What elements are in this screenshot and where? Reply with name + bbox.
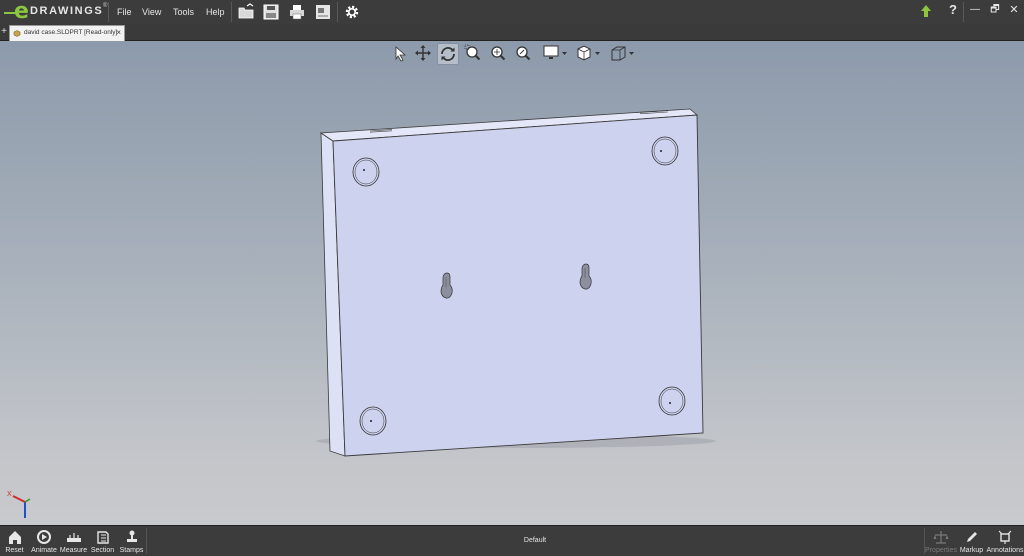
gear-icon[interactable]: [343, 3, 361, 21]
save-icon[interactable]: [262, 3, 280, 21]
zoom-to-fit-icon[interactable]: [488, 43, 508, 63]
print-icon[interactable]: [288, 3, 306, 21]
model-front-face: [332, 114, 704, 457]
annotations-button[interactable]: Annotations: [986, 526, 1024, 556]
animate-label: Animate: [31, 547, 57, 554]
title-separator: [231, 2, 232, 22]
bottom-separator: [146, 528, 147, 554]
reset-label: Reset: [5, 547, 24, 554]
properties-button[interactable]: Properties: [925, 526, 957, 556]
tab-label: david case.SLDPRT [Read-only]: [24, 29, 118, 36]
measure-label: Measure: [59, 547, 88, 554]
markup-label: Markup: [959, 547, 984, 554]
bottom-toolbar: Reset Animate Measure Section Stamps Def…: [0, 525, 1024, 556]
pencil-icon: [966, 532, 977, 542]
model-boss: [352, 157, 380, 187]
pan-icon[interactable]: [413, 43, 433, 63]
tab-add-button[interactable]: +: [0, 26, 8, 38]
stamps-label: Stamps: [119, 547, 144, 554]
properties-label: Properties: [925, 547, 957, 554]
logo-word: DRAWINGS: [30, 5, 104, 17]
view-toolbar: [385, 42, 645, 65]
axis-triad: X: [7, 491, 31, 518]
title-separator: [108, 2, 109, 22]
zoom-to-area-icon[interactable]: [463, 43, 483, 63]
logo-registered-mark: ®: [103, 3, 108, 9]
section-icon: [96, 531, 109, 544]
select-icon[interactable]: [389, 43, 409, 63]
part-model[interactable]: [0, 41, 1024, 525]
close-button[interactable]: ✕: [1003, 0, 1024, 20]
zoom-icon[interactable]: [513, 43, 533, 63]
section-button[interactable]: Section: [88, 526, 117, 556]
open-file-icon[interactable]: [237, 3, 255, 21]
measure-icon: [66, 533, 81, 542]
menu-file[interactable]: File: [113, 0, 136, 24]
rotate-icon[interactable]: [437, 43, 459, 65]
tab-strip: + david case.SLDPRT [Read-only] ×: [0, 24, 1024, 41]
measure-button[interactable]: Measure: [59, 526, 88, 556]
home-icon: [8, 531, 21, 544]
tab-close-button[interactable]: ×: [116, 26, 121, 40]
model-boss: [651, 136, 679, 166]
graphics-viewport[interactable]: X: [0, 41, 1024, 525]
minimize-button[interactable]: —: [964, 0, 986, 20]
logo-letter: e: [14, 0, 29, 24]
stamps-button[interactable]: Stamps: [117, 526, 146, 556]
animate-button[interactable]: Animate: [29, 526, 59, 556]
app-logo: e DRAWINGS ®: [2, 0, 108, 24]
annotations-icon: [998, 530, 1012, 544]
title-bar: e DRAWINGS ® File View Tools Help ? — 🗗 …: [0, 0, 1024, 25]
menu-tools[interactable]: Tools: [169, 0, 198, 24]
scale-balance-icon: [933, 531, 949, 544]
display-style-icon[interactable]: [542, 43, 568, 63]
menu-view[interactable]: View: [138, 0, 165, 24]
menu-help[interactable]: Help: [202, 0, 229, 24]
part-file-icon: [13, 30, 21, 37]
document-tab[interactable]: david case.SLDPRT [Read-only] ×: [9, 25, 125, 41]
axis-x-label: X: [7, 491, 12, 498]
title-separator: [337, 2, 338, 22]
section-label: Section: [90, 547, 115, 554]
configuration-status: Default: [523, 537, 547, 544]
markup-button[interactable]: Markup: [957, 526, 986, 556]
drawing-sheet-icon[interactable]: [314, 3, 332, 21]
model-boss: [359, 406, 387, 436]
view-orientation-icon[interactable]: [575, 43, 601, 63]
annotations-label: Annotations: [986, 547, 1024, 554]
projection-icon[interactable]: [609, 43, 635, 63]
model-boss: [658, 386, 686, 416]
update-arrow-icon[interactable]: [919, 4, 933, 18]
help-button[interactable]: ?: [942, 0, 964, 20]
stamp-icon: [126, 530, 137, 542]
animate-icon: [37, 530, 51, 544]
reset-button[interactable]: Reset: [0, 526, 29, 556]
